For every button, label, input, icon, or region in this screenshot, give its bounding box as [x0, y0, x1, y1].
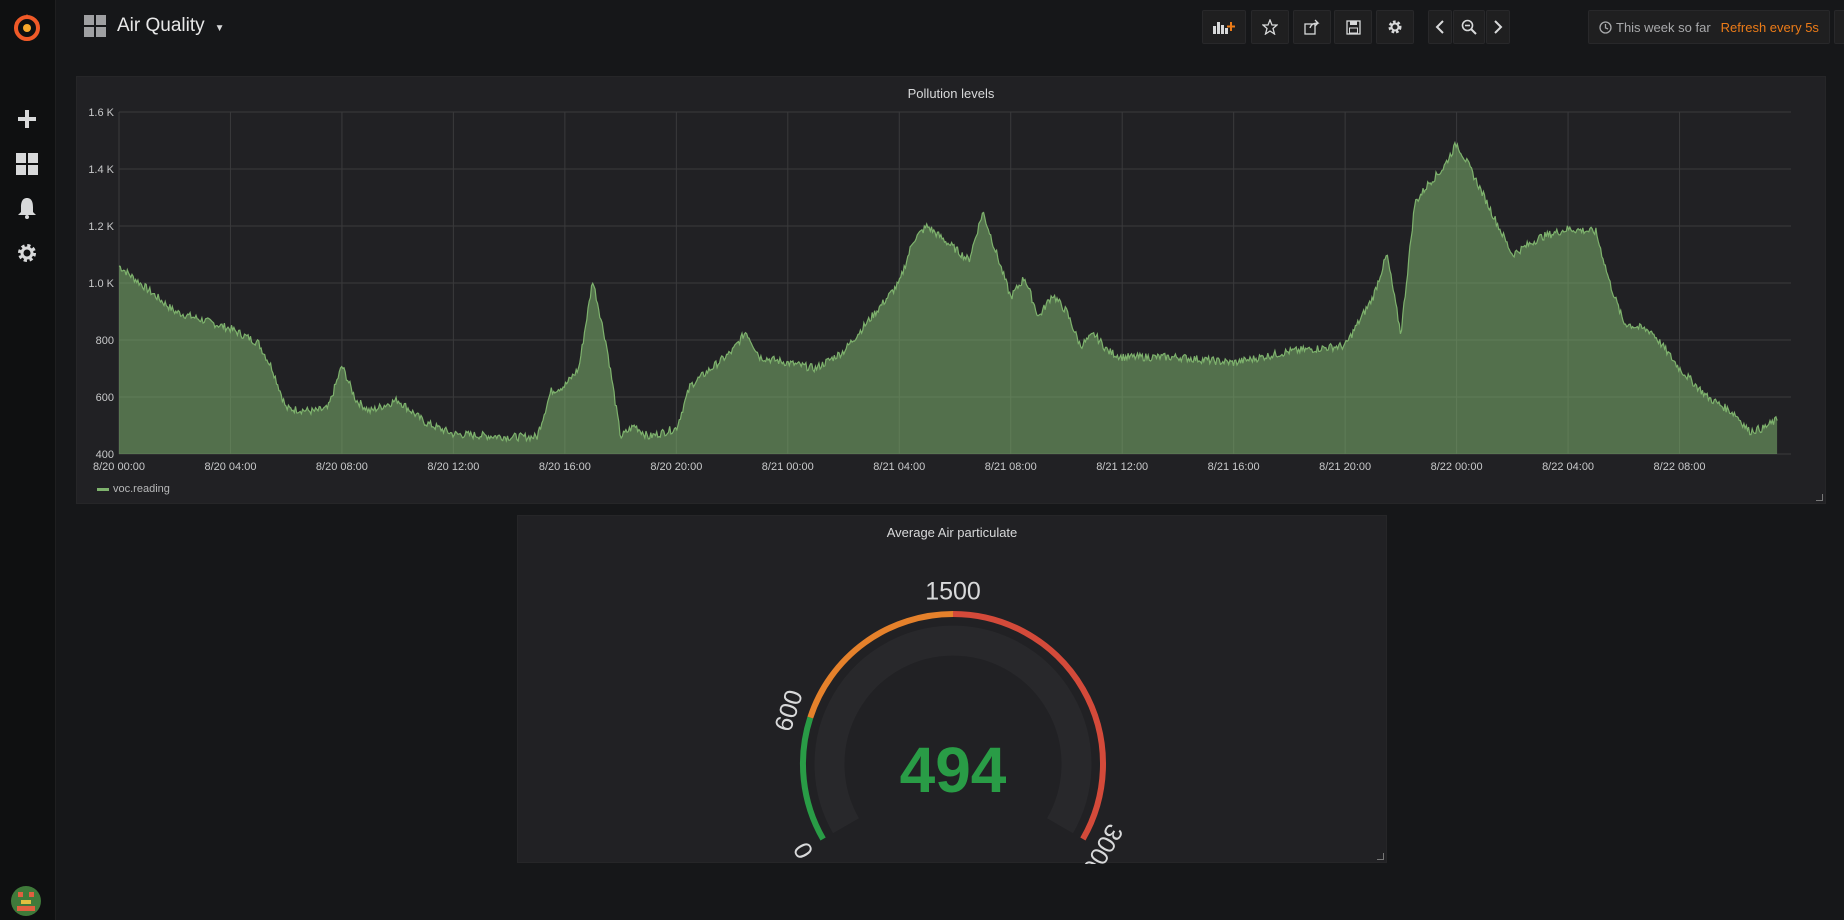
- x-tick-label: 8/21 00:00: [762, 461, 814, 473]
- time-picker-button[interactable]: This week so far Refresh every 5s: [1588, 10, 1830, 44]
- zoom-out-button[interactable]: [1453, 10, 1485, 44]
- gauge-tick-label: 1500: [925, 578, 981, 606]
- y-tick-label: 800: [96, 335, 114, 347]
- x-tick-label: 8/20 08:00: [316, 461, 368, 473]
- x-tick-label: 8/21 20:00: [1319, 461, 1371, 473]
- gauge-value: 494: [900, 734, 1007, 806]
- dashboard-title-dropdown[interactable]: Air Quality ▼: [83, 14, 225, 38]
- save-dashboard-button[interactable]: [1334, 10, 1372, 44]
- y-tick-label: 1.6 K: [88, 107, 114, 119]
- gauge-chart[interactable]: 0 600 1500 3000 494: [518, 516, 1388, 864]
- refresh-interval-label: Refresh every 5s: [1720, 19, 1819, 35]
- x-tick-label: 8/22 08:00: [1654, 461, 1706, 473]
- time-shift-forward-button[interactable]: [1486, 10, 1510, 44]
- caret-down-icon: ▼: [214, 22, 225, 34]
- grafana-logo-icon[interactable]: [9, 10, 45, 46]
- dashboard-title: Air Quality: [117, 15, 205, 36]
- x-tick-label: 8/20 00:00: [93, 461, 145, 473]
- add-panel-icon: [1213, 22, 1235, 34]
- gauge-tick-label: 600: [769, 687, 809, 735]
- gauge-tick-label: 0: [788, 837, 819, 863]
- refresh-button[interactable]: [1834, 10, 1844, 44]
- x-tick-label: 8/22 04:00: [1542, 461, 1594, 473]
- alerting-bell-icon[interactable]: [11, 192, 43, 224]
- graph-chart[interactable]: 400 600 800 1.0 K 1.2 K 1.4 K 1.6 K 8/20 00:00 8…: [77, 77, 1827, 505]
- x-tick-label: 8/20 12:00: [427, 461, 479, 473]
- star-dashboard-button[interactable]: [1251, 10, 1289, 44]
- x-tick-label: 8/21 12:00: [1096, 461, 1148, 473]
- graph-panel: Pollution levels 400 600 800 1.0 K 1.2 K 1.4 …: [76, 76, 1826, 504]
- time-range-label: This week so far: [1616, 19, 1711, 35]
- save-icon: [1345, 19, 1361, 35]
- y-tick-label: 400: [96, 449, 114, 461]
- gauge-panel: Average Air particulate 0 600 1500 3000 494: [517, 515, 1388, 864]
- x-tick-label: 8/21 08:00: [985, 461, 1037, 473]
- x-tick-label: 8/22 00:00: [1431, 461, 1483, 473]
- series-area: [119, 142, 1778, 454]
- gear-icon: [1388, 20, 1402, 34]
- x-tick-label: 8/21 16:00: [1208, 461, 1260, 473]
- x-tick-label: 8/20 20:00: [650, 461, 702, 473]
- gauge-tick-label: 3000: [1076, 819, 1128, 864]
- dashboard-navbar: Air Quality ▼ This week so far Refresh e…: [55, 0, 1844, 56]
- chevron-right-icon: [1494, 20, 1503, 34]
- y-tick-label: 1.0 K: [88, 278, 114, 290]
- legend-series-label: voc.reading: [113, 483, 170, 495]
- dashboard-grid-icon: [84, 15, 106, 37]
- dashboards-icon[interactable]: [11, 148, 43, 180]
- share-dashboard-button[interactable]: [1293, 10, 1331, 44]
- panel-resize-handle[interactable]: [1377, 853, 1384, 860]
- graph-legend-item[interactable]: voc.reading: [97, 483, 170, 495]
- chevron-left-icon: [1435, 20, 1444, 34]
- create-plus-icon[interactable]: [11, 103, 43, 135]
- clock-icon: [1599, 20, 1612, 34]
- share-icon: [1304, 19, 1320, 35]
- x-tick-label: 8/21 04:00: [873, 461, 925, 473]
- y-tick-label: 1.4 K: [88, 164, 114, 176]
- x-tick-label: 8/20 16:00: [539, 461, 591, 473]
- legend-series-swatch: [97, 487, 109, 491]
- side-menu: [0, 0, 56, 920]
- user-avatar[interactable]: [11, 886, 41, 916]
- configuration-gear-icon[interactable]: [11, 237, 43, 269]
- star-icon: [1262, 19, 1278, 35]
- zoom-out-icon: [1461, 19, 1477, 35]
- panel-resize-handle[interactable]: [1816, 494, 1823, 501]
- y-tick-label: 1.2 K: [88, 221, 114, 233]
- time-shift-back-button[interactable]: [1428, 10, 1452, 44]
- y-tick-label: 600: [96, 392, 114, 404]
- x-tick-label: 8/20 04:00: [204, 461, 256, 473]
- settings-button[interactable]: [1376, 10, 1414, 44]
- add-panel-button[interactable]: [1202, 10, 1246, 44]
